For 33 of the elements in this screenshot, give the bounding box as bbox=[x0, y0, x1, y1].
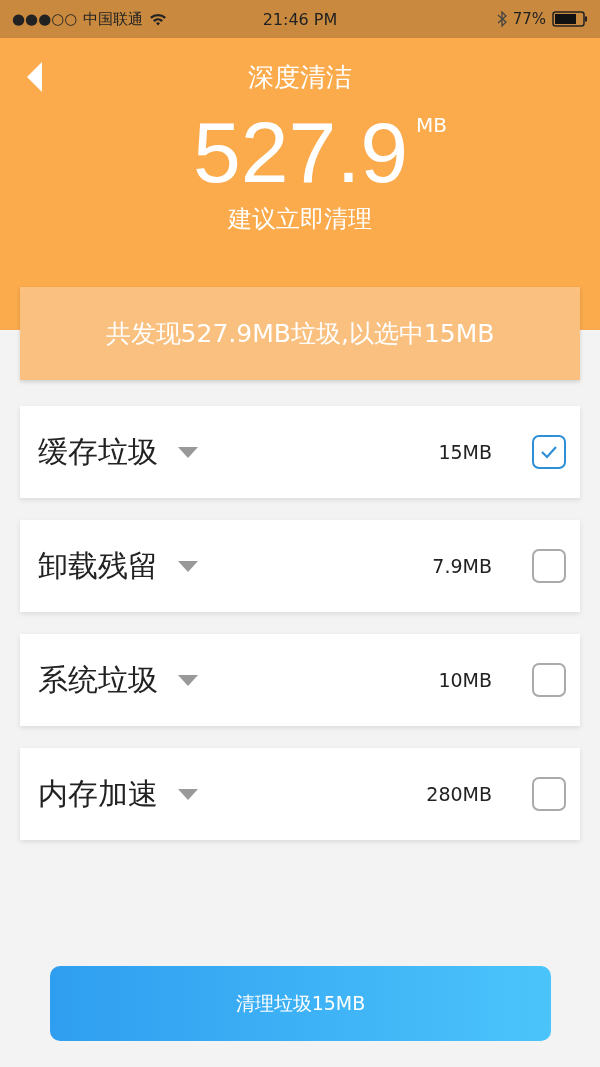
checkbox[interactable] bbox=[532, 777, 566, 811]
bluetooth-icon bbox=[496, 10, 507, 28]
battery-icon bbox=[552, 11, 588, 27]
category-label: 卸载残留 bbox=[38, 546, 158, 585]
category-label: 系统垃圾 bbox=[38, 660, 158, 699]
page-title: 深度清洁 bbox=[248, 61, 352, 94]
clean-advice: 建议立即清理 bbox=[228, 204, 372, 235]
check-icon bbox=[540, 445, 558, 459]
junk-category-card[interactable]: 卸载残留 7.9MB bbox=[20, 520, 580, 612]
category-label: 内存加速 bbox=[38, 774, 158, 813]
category-size: 10MB bbox=[438, 669, 492, 691]
junk-category-card[interactable]: 内存加速 280MB bbox=[20, 748, 580, 840]
summary-banner: 共发现527.9MB垃圾,以选中15MB bbox=[20, 287, 580, 380]
caret-icon[interactable] bbox=[178, 788, 198, 800]
signal-strength: ●●●○○ bbox=[12, 10, 78, 28]
checkbox[interactable] bbox=[532, 549, 566, 583]
category-label: 缓存垃圾 bbox=[38, 432, 158, 471]
battery-percent: 77% bbox=[512, 10, 546, 28]
caret-icon[interactable] bbox=[178, 560, 198, 572]
checkbox[interactable] bbox=[532, 435, 566, 469]
carrier-name: 中国联通 bbox=[83, 9, 144, 29]
category-size: 7.9MB bbox=[432, 555, 492, 577]
category-size: 15MB bbox=[438, 441, 492, 463]
category-size: 280MB bbox=[426, 783, 492, 805]
junk-size: 527.9 bbox=[192, 109, 409, 195]
checkbox[interactable] bbox=[532, 663, 566, 697]
caret-icon[interactable] bbox=[178, 674, 198, 686]
junk-category-card[interactable]: 系统垃圾 10MB bbox=[20, 634, 580, 726]
size-unit: MB bbox=[416, 113, 448, 137]
caret-icon[interactable] bbox=[178, 446, 198, 458]
wifi-icon bbox=[149, 12, 168, 26]
junk-category-card[interactable]: 缓存垃圾 15MB bbox=[20, 406, 580, 498]
clock-time: 21:46 PM bbox=[262, 9, 338, 29]
